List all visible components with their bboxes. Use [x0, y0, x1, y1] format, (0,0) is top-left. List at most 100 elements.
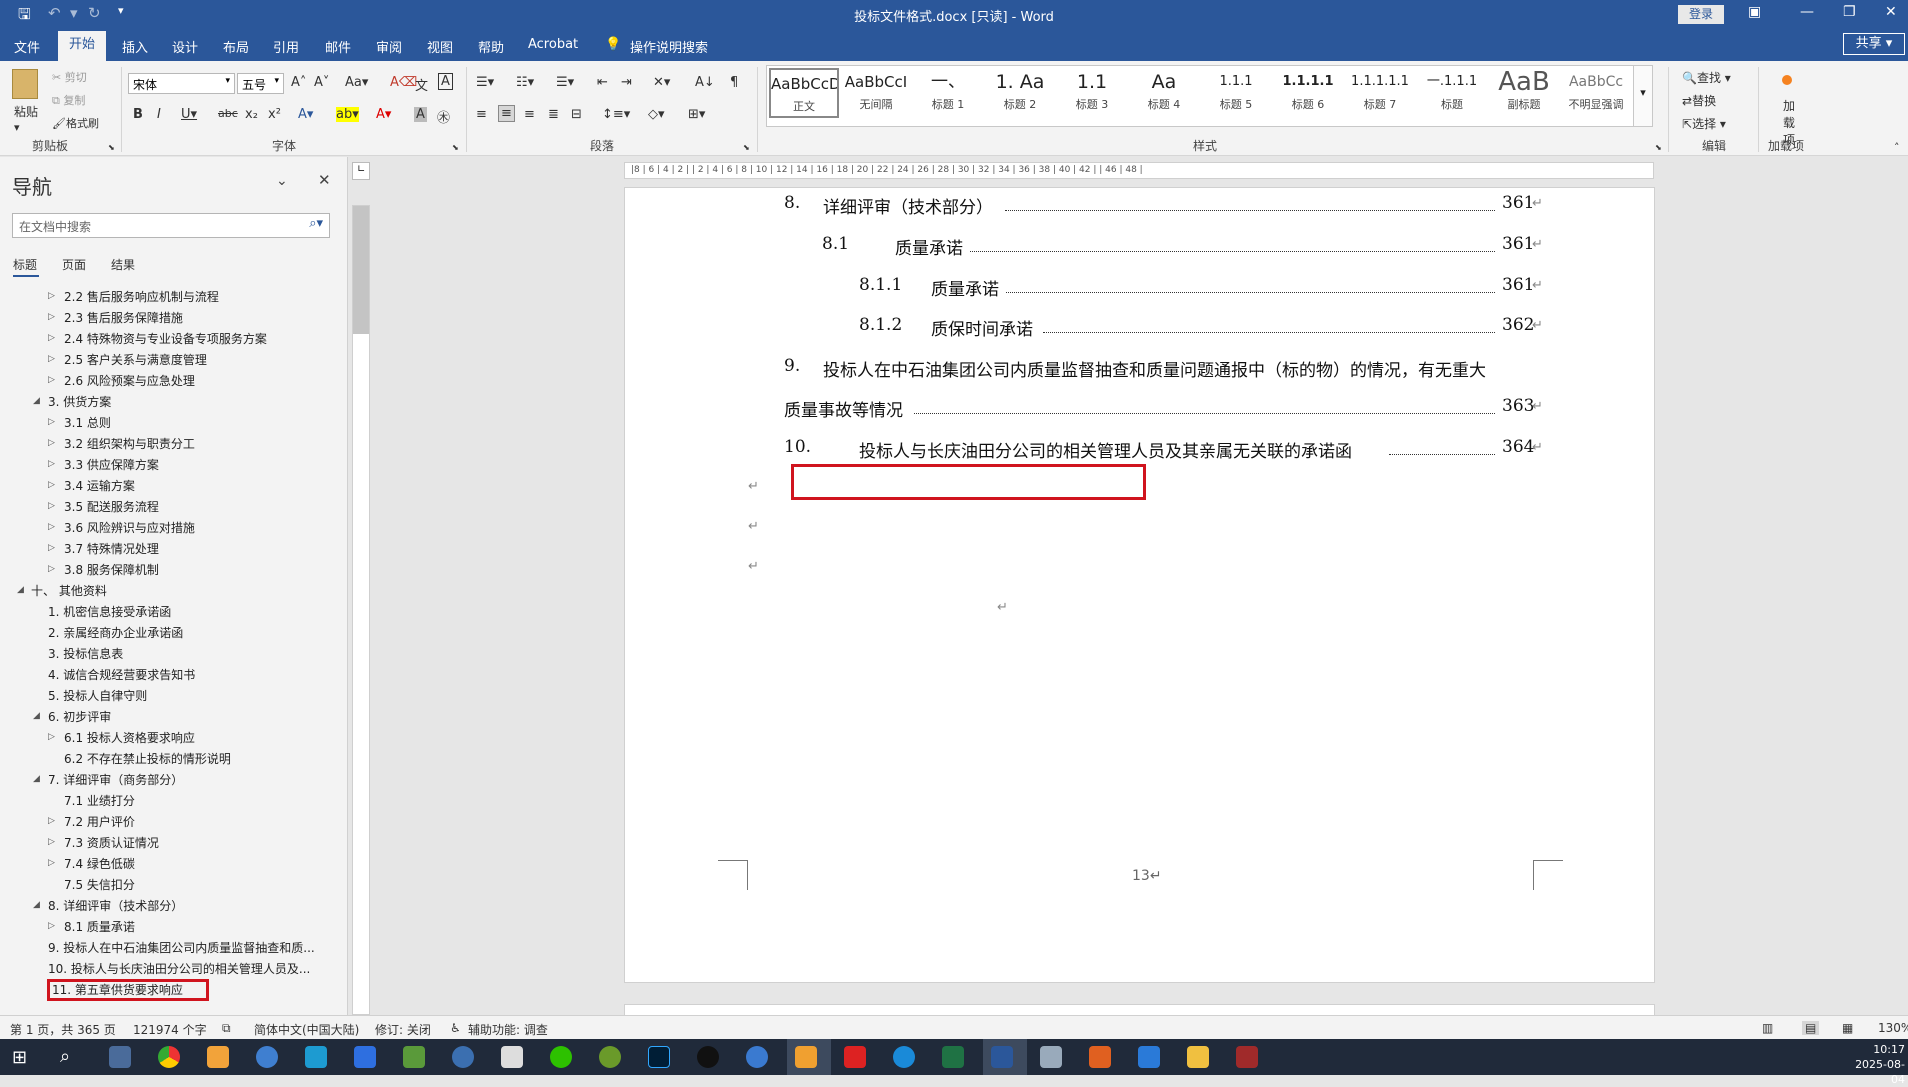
expand-icon[interactable]: ▷ [48, 375, 55, 385]
ribbon-display-icon[interactable]: ▣ [1748, 4, 1761, 20]
wechat-icon[interactable] [550, 1046, 572, 1068]
nav-item[interactable]: 5. 投标人自律守则 [48, 687, 147, 704]
highlight-icon[interactable]: ab▾ [336, 107, 359, 122]
strikethrough-icon[interactable]: abc [218, 107, 238, 120]
font-launcher-icon[interactable]: ⬊ [452, 143, 459, 152]
minimize-icon[interactable]: — [1800, 4, 1814, 20]
chrome-icon[interactable] [158, 1046, 180, 1068]
paste-dropdown-icon[interactable]: ▾ [14, 121, 20, 134]
expand-icon[interactable]: ▷ [48, 417, 55, 427]
nav-item[interactable]: 2.5 客户关系与满意度管理 [64, 351, 207, 368]
tab-selector[interactable]: ∟ [352, 162, 370, 180]
nav-item[interactable]: 3. 供货方案 [48, 393, 111, 410]
nav-item[interactable]: 7. 详细评审（商务部分） [48, 771, 183, 788]
photoshop-icon[interactable] [648, 1046, 670, 1068]
app-icon[interactable] [1138, 1046, 1160, 1068]
app-icon[interactable] [305, 1046, 327, 1068]
tab-help[interactable]: 帮助 [478, 37, 504, 56]
nav-item[interactable]: 6. 初步评审 [48, 708, 111, 725]
nav-item[interactable]: 3.4 运输方案 [64, 477, 135, 494]
style-heading-6[interactable]: 1.1.1.1 标题 6 [1273, 68, 1343, 118]
subscript-icon[interactable]: x₂ [245, 107, 258, 122]
accessibility-status[interactable]: 辅助功能: 调查 [468, 1021, 548, 1038]
clear-format-icon[interactable]: A⌫ [390, 75, 417, 90]
enclose-char-icon[interactable]: ㊍ [437, 107, 450, 126]
tab-insert[interactable]: 插入 [122, 37, 148, 56]
document-page[interactable]: 8. 详细评审（技术部分） 361 ↵ 8.1 质量承诺 361 ↵ 8.1.1… [624, 187, 1655, 983]
style-heading-3[interactable]: 1.1 标题 3 [1057, 68, 1127, 118]
calculator-icon[interactable] [109, 1046, 131, 1068]
styles-launcher-icon[interactable]: ⬊ [1655, 143, 1662, 152]
share-button[interactable]: 共享 ▾ [1843, 33, 1905, 55]
select-button[interactable]: ⇱选择 ▾ [1682, 115, 1726, 132]
multilevel-list-icon[interactable]: ☰▾ [556, 75, 574, 90]
expand-icon[interactable]: ▷ [48, 438, 55, 448]
paste-button[interactable]: 粘贴 [14, 103, 38, 120]
align-left-icon[interactable]: ≡ [476, 107, 487, 122]
increase-indent-icon[interactable]: ⇥ [621, 75, 632, 90]
style-heading-2[interactable]: 1. Aa 标题 2 [985, 68, 1055, 118]
expand-icon[interactable]: ▷ [48, 732, 55, 742]
expand-icon[interactable]: ▷ [48, 858, 55, 868]
nav-item[interactable]: 9. 投标人在中石油集团公司内质量监督抽查和质... [48, 939, 315, 956]
tab-view[interactable]: 视图 [427, 37, 453, 56]
nav-item[interactable]: 3.2 组织架构与职责分工 [64, 435, 195, 452]
expand-icon[interactable]: ▷ [48, 459, 55, 469]
paste-icon[interactable] [12, 69, 38, 99]
app-icon[interactable] [795, 1046, 817, 1068]
nav-item[interactable]: 7.2 用户评价 [64, 813, 135, 830]
expand-icon[interactable]: ▷ [48, 543, 55, 553]
style-heading-7[interactable]: 1.1.1.1.1 标题 7 [1345, 68, 1415, 118]
align-center-icon[interactable]: ≡ [498, 105, 515, 122]
expand-icon[interactable]: ▷ [48, 333, 55, 343]
grow-font-icon[interactable]: A˄ [291, 75, 306, 90]
nav-item[interactable]: 7.3 资质认证情况 [64, 834, 159, 851]
justify-icon[interactable]: ≣ [548, 107, 559, 122]
nav-options-icon[interactable]: ⌄ [276, 173, 288, 189]
expand-icon[interactable]: ▷ [48, 480, 55, 490]
expand-icon[interactable]: ▷ [48, 921, 55, 931]
app-icon[interactable] [501, 1046, 523, 1068]
word-count[interactable]: 121974 个字 [133, 1021, 207, 1038]
page-count[interactable]: 第 1 页，共 365 页 [10, 1021, 116, 1038]
style-heading-5[interactable]: 1.1.1 标题 5 [1201, 68, 1271, 118]
track-changes[interactable]: 修订: 关闭 [375, 1021, 431, 1038]
web-layout-icon[interactable]: ▦ [1842, 1021, 1853, 1035]
tab-mailings[interactable]: 邮件 [325, 37, 351, 56]
proofing-icon[interactable]: ⧉ [222, 1021, 231, 1036]
style-title[interactable]: 一.1.1.1 标题 [1417, 68, 1487, 118]
nav-item[interactable]: 6.1 投标人资格要求响应 [64, 729, 195, 746]
font-color-icon[interactable]: A▾ [376, 107, 391, 122]
nav-tab-headings[interactable]: 标题 [13, 256, 37, 273]
nav-item[interactable]: 1. 机密信息接受承诺函 [48, 603, 171, 620]
line-spacing-icon[interactable]: ↕≡▾ [602, 107, 630, 122]
tab-file[interactable]: 文件 [14, 37, 40, 56]
system-clock[interactable]: 10:17 2025-08-04 [1845, 1042, 1905, 1087]
nav-tab-results[interactable]: 结果 [111, 256, 135, 273]
align-right-icon[interactable]: ≡ [524, 107, 535, 122]
app-icon[interactable] [599, 1046, 621, 1068]
expand-icon[interactable]: ▷ [48, 816, 55, 826]
shading-icon[interactable]: ◇▾ [648, 107, 665, 122]
nav-close-icon[interactable]: ✕ [318, 171, 331, 189]
nav-item[interactable]: 3.8 服务保障机制 [64, 561, 159, 578]
style-heading-4[interactable]: Aa 标题 4 [1129, 68, 1199, 118]
decrease-indent-icon[interactable]: ⇤ [597, 75, 608, 90]
collapse-icon[interactable]: ◢ [33, 900, 40, 910]
expand-icon[interactable]: ▷ [48, 354, 55, 364]
nav-item[interactable]: 3.6 风险辨识与应对措施 [64, 519, 195, 536]
style-subtitle[interactable]: AaB 副标题 [1489, 68, 1559, 118]
word-icon[interactable] [991, 1046, 1013, 1068]
copy-button[interactable]: ⧉ 复制 [52, 92, 85, 108]
bold-icon[interactable]: B [133, 107, 143, 122]
bullets-icon[interactable]: ☰▾ [476, 75, 494, 90]
collapse-icon[interactable]: ◢ [33, 711, 40, 721]
style-normal[interactable]: AaBbCcDı正文 [769, 68, 839, 118]
app-icon[interactable] [256, 1046, 278, 1068]
search-icon[interactable]: ⌕ [60, 1046, 70, 1067]
qq-icon[interactable] [697, 1046, 719, 1068]
change-case-icon[interactable]: Aa▾ [345, 75, 368, 90]
style-heading-1[interactable]: 一、 标题 1 [913, 68, 983, 118]
text-effects-icon[interactable]: A▾ [298, 107, 313, 122]
tab-design[interactable]: 设计 [172, 37, 198, 56]
